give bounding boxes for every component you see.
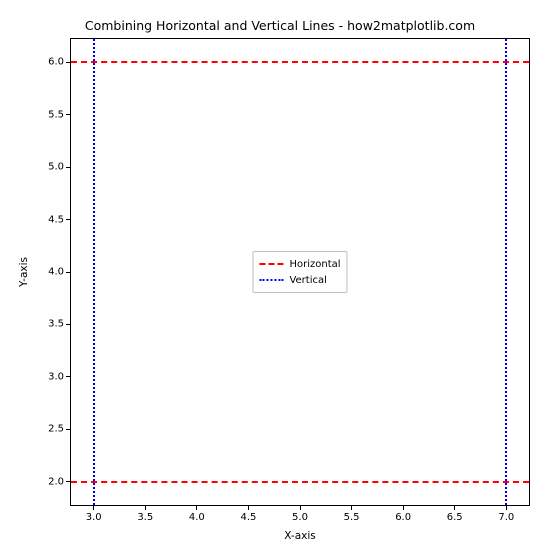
chart-axes: Horizontal Vertical xyxy=(70,38,530,506)
y-tick-mark xyxy=(66,376,70,377)
x-tick-label: 6.5 xyxy=(447,512,463,523)
x-tick-mark xyxy=(145,506,146,510)
x-tick-label: 3.0 xyxy=(86,512,102,523)
chart-legend: Horizontal Vertical xyxy=(252,251,347,293)
y-tick-mark xyxy=(66,272,70,273)
y-tick-mark xyxy=(66,481,70,482)
horizontal-line xyxy=(71,481,529,483)
vertical-line xyxy=(93,39,95,505)
x-tick-label: 5.5 xyxy=(344,512,360,523)
legend-entry-vertical: Vertical xyxy=(259,272,340,288)
x-tick-mark xyxy=(300,506,301,510)
y-tick-label: 5.0 xyxy=(40,162,64,173)
x-tick-label: 4.5 xyxy=(240,512,256,523)
x-tick-mark xyxy=(403,506,404,510)
chart-title: Combining Horizontal and Vertical Lines … xyxy=(0,18,560,33)
x-tick-mark xyxy=(454,506,455,510)
y-tick-label: 2.5 xyxy=(40,424,64,435)
legend-label-horizontal: Horizontal xyxy=(289,259,340,270)
x-tick-label: 4.0 xyxy=(189,512,205,523)
y-tick-mark xyxy=(66,114,70,115)
y-tick-label: 5.5 xyxy=(40,109,64,120)
y-tick-label: 3.0 xyxy=(40,371,64,382)
x-tick-label: 7.0 xyxy=(498,512,514,523)
x-tick-label: 3.5 xyxy=(137,512,153,523)
x-tick-mark xyxy=(248,506,249,510)
y-tick-label: 4.5 xyxy=(40,214,64,225)
y-tick-mark xyxy=(66,429,70,430)
x-tick-mark xyxy=(93,506,94,510)
y-axis-label: Y-axis xyxy=(18,257,30,287)
y-tick-label: 2.0 xyxy=(40,476,64,487)
x-tick-mark xyxy=(351,506,352,510)
legend-swatch-vertical xyxy=(259,279,283,281)
y-tick-mark xyxy=(66,324,70,325)
y-tick-label: 3.5 xyxy=(40,319,64,330)
legend-entry-horizontal: Horizontal xyxy=(259,256,340,272)
y-tick-mark xyxy=(66,219,70,220)
x-tick-label: 6.0 xyxy=(395,512,411,523)
legend-swatch-horizontal xyxy=(259,263,283,265)
y-tick-mark xyxy=(66,167,70,168)
x-tick-mark xyxy=(196,506,197,510)
x-axis-label: X-axis xyxy=(284,530,316,542)
y-tick-mark xyxy=(66,62,70,63)
y-tick-label: 4.0 xyxy=(40,267,64,278)
legend-label-vertical: Vertical xyxy=(289,275,326,286)
x-tick-label: 5.0 xyxy=(292,512,308,523)
vertical-line xyxy=(505,39,507,505)
y-tick-label: 6.0 xyxy=(40,57,64,68)
x-tick-mark xyxy=(506,506,507,510)
horizontal-line xyxy=(71,61,529,63)
chart-figure: Combining Horizontal and Vertical Lines … xyxy=(0,0,560,560)
